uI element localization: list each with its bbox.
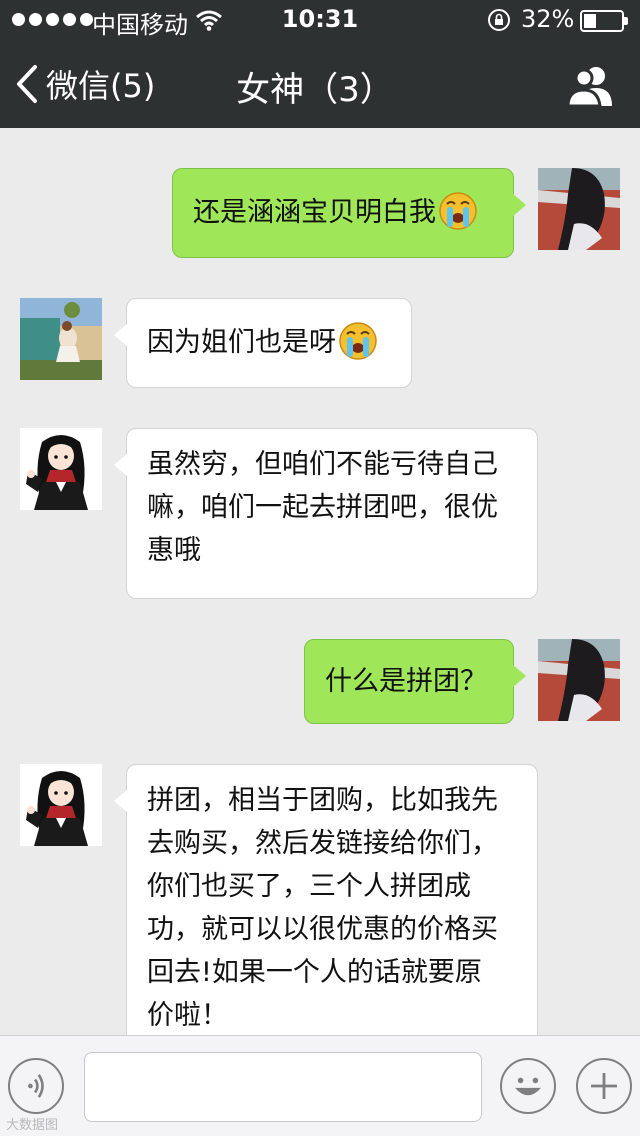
chat-title: 女神（3） [236, 70, 394, 110]
message-text: 因为姐们也是呀 [147, 327, 336, 358]
message-line: 去购买，然后发链接给你们， [147, 828, 498, 859]
message-line: 价啦！ [147, 1000, 228, 1031]
message-line: 惠哦 [147, 535, 201, 566]
crying-face-emoji-icon [338, 321, 378, 361]
message-input[interactable] [84, 1052, 482, 1122]
crying-face-emoji-icon [438, 191, 478, 231]
message-bubble[interactable]: 虽然穷，但咱们不能亏待自己 嘛，咱们一起去拼团吧，很优 惠哦 [114, 428, 538, 599]
voice-icon [28, 1074, 44, 1098]
message-line: 功，就可以以很优惠的价格买 [147, 914, 498, 945]
voice-input-button[interactable] [8, 1058, 64, 1114]
friend-avatar[interactable] [20, 428, 102, 510]
message-text: 什么是拼团？ [325, 666, 487, 697]
message-line: 拼团，相当于团购，比如我先 [147, 785, 498, 816]
message-list[interactable]: 还是涵涵宝贝明白我 因为姐们也是呀 虽然穷，但咱们不能亏待自己 嘛，咱们一起去拼… [0, 128, 640, 1035]
my-avatar[interactable] [538, 639, 620, 721]
my-avatar[interactable] [538, 168, 620, 250]
message-bubble[interactable]: 拼团，相当于团购，比如我先 去购买，然后发链接给你们， 你们也买了，三个人拼团成… [114, 764, 538, 1035]
input-bar [0, 1035, 640, 1136]
message-bubble[interactable]: 还是涵涵宝贝明白我 [172, 168, 526, 258]
message-line: 你们也买了，三个人拼团成 [147, 871, 471, 902]
friend-avatar[interactable] [20, 764, 102, 846]
message-line: 嘛，咱们一起去拼团吧，很优 [147, 492, 498, 523]
rotation-lock-icon [488, 9, 510, 31]
message-bubble[interactable]: 因为姐们也是呀 [114, 298, 412, 388]
message-line: 虽然穷，但咱们不能亏待自己 [147, 449, 498, 480]
navigation-bar: 微信(5) 女神（3） [0, 40, 640, 128]
friend-avatar[interactable] [20, 298, 102, 380]
status-bar: 中国移动 10:31 32% [0, 0, 640, 40]
message-bubble[interactable]: 什么是拼团？ [304, 639, 526, 724]
back-button[interactable]: 微信(5) [14, 60, 155, 108]
plus-icon [591, 1073, 617, 1099]
emoji-button[interactable] [500, 1058, 556, 1114]
message-line: 回去!如果一个人的话就要原 [147, 957, 482, 988]
group-contacts-icon[interactable] [562, 64, 618, 108]
more-button[interactable] [576, 1058, 632, 1114]
watermark: 大数据图 [6, 1118, 59, 1133]
battery-percent: 32% [521, 5, 575, 33]
battery-icon [580, 10, 628, 32]
emoji-icon [515, 1077, 541, 1096]
message-text: 还是涵涵宝贝明白我 [193, 197, 436, 228]
chevron-left-icon [17, 65, 37, 103]
back-label: 微信(5) [46, 67, 156, 105]
